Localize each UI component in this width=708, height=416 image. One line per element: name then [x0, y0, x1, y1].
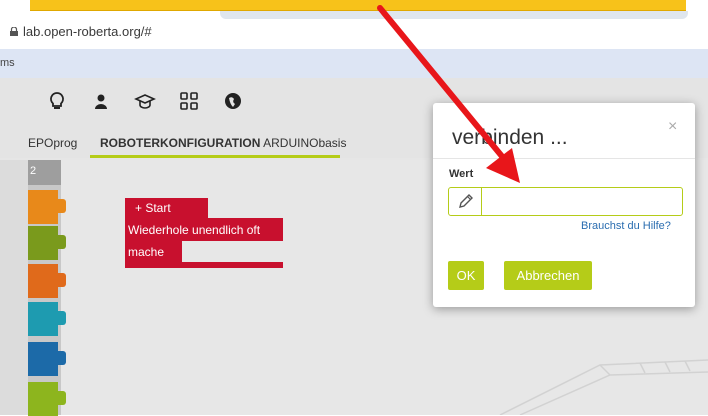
globe-icon[interactable] [222, 90, 244, 112]
puzzle-knob [54, 351, 66, 365]
dialog-divider [433, 158, 695, 159]
puzzle-knob [54, 199, 66, 213]
toolbox-header-label: 2 [30, 165, 37, 177]
help-link[interactable]: Brauchst du Hilfe? [581, 220, 671, 232]
banner-notch [220, 11, 688, 19]
toolbox-category-4[interactable] [28, 302, 66, 336]
puzzle-knob [54, 235, 66, 249]
left-edge-strip [0, 160, 28, 415]
puzzle-knob [54, 391, 66, 405]
tab-config-bold: ROBOTERKONFIGURATION [100, 136, 261, 150]
lightbulb-icon[interactable] [46, 90, 68, 112]
grid-icon[interactable] [178, 90, 200, 112]
value-field-label: Wert [449, 168, 474, 180]
lock-icon [10, 27, 18, 36]
toolbox-category-5[interactable] [28, 342, 66, 376]
ok-button[interactable]: OK [448, 261, 484, 290]
toolbox-category-1[interactable] [28, 190, 66, 224]
user-icon[interactable] [90, 90, 112, 112]
pencil-icon [459, 194, 473, 208]
bookmarks-item[interactable]: ms [0, 57, 15, 69]
tab-config-name: ARDUINObasis [260, 136, 347, 150]
pencil-icon-addon [449, 188, 482, 215]
graduation-cap-icon[interactable] [134, 90, 156, 112]
top-banner [30, 0, 686, 11]
toolbox-category-6[interactable] [28, 382, 66, 416]
puzzle-knob [54, 311, 66, 325]
bookmarks-bar [0, 49, 708, 79]
tab-robot-configuration[interactable]: ROBOTERKONFIGURATION ARDUINObasis [100, 136, 346, 150]
cancel-button[interactable]: Abbrechen [504, 261, 592, 290]
robot-board-image [499, 359, 708, 415]
puzzle-knob [54, 273, 66, 287]
repeat-forever-label: Wiederhole unendlich oft [128, 223, 261, 237]
toolbox-category-3[interactable] [28, 264, 66, 298]
do-statement-slot[interactable] [182, 241, 283, 262]
start-block-label: + Start [135, 201, 171, 215]
do-label: mache [128, 245, 165, 259]
dialog-title: verbinden ... [452, 126, 568, 149]
url-text[interactable]: lab.open-roberta.org/# [23, 24, 152, 39]
close-icon[interactable]: × [668, 118, 677, 136]
value-input[interactable] [484, 189, 681, 211]
active-tab-underline [90, 155, 340, 158]
toolbox-category-2[interactable] [28, 226, 66, 260]
tab-program[interactable]: EPOprog [28, 136, 77, 150]
